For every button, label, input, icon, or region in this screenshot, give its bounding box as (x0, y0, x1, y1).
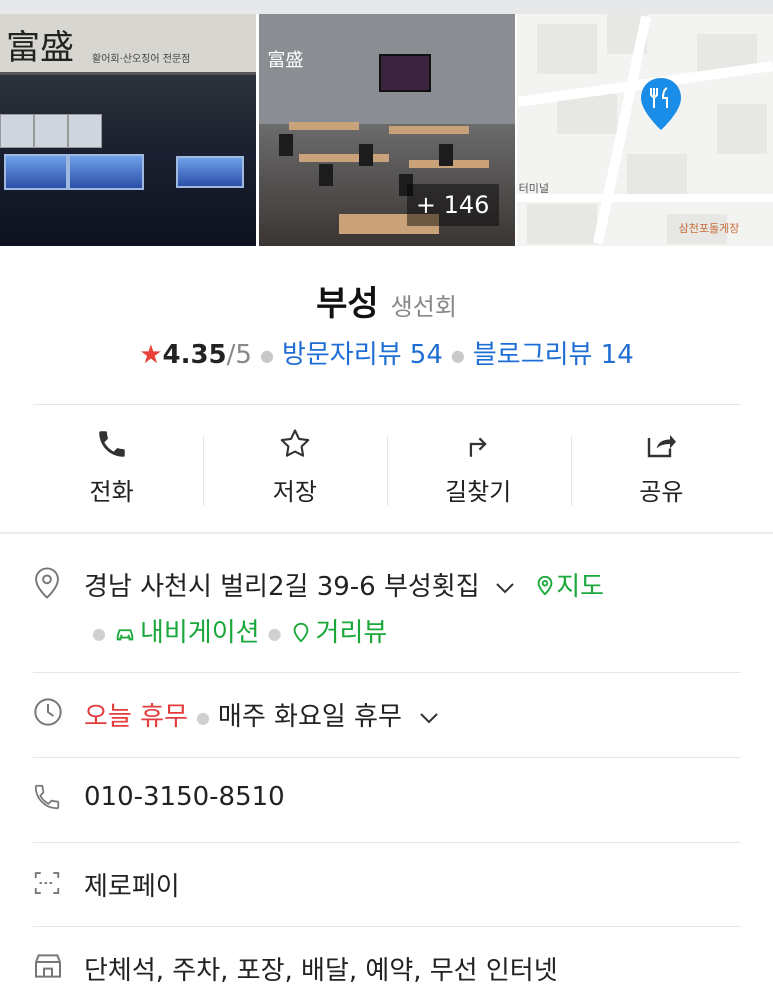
directions-button[interactable]: 길찾기 (387, 420, 570, 516)
street-view-link[interactable]: 거리뷰 (290, 618, 388, 648)
hours-status: 오늘 휴무 (84, 702, 188, 732)
place-name: 부성 (316, 284, 379, 324)
star-outline-icon (280, 429, 310, 457)
divider (33, 926, 741, 927)
interior-sign: 富盛 (267, 50, 304, 71)
street-view-label: 거리뷰 (315, 618, 388, 648)
store-sign: 富盛 활어회·산오징어 전문점 (0, 14, 257, 75)
phone-number[interactable]: 010-3150-8510 (84, 782, 285, 812)
fish-tank (68, 154, 144, 190)
share-button[interactable]: 공유 (570, 420, 753, 516)
tv-screen (379, 54, 432, 92)
save-label: 저장 (272, 478, 317, 506)
chevron-down-icon[interactable] (494, 580, 516, 596)
star-icon: ★ (139, 340, 163, 370)
photo-count: + 146 (415, 191, 490, 219)
call-button[interactable]: 전화 (20, 420, 203, 516)
section-divider (0, 532, 773, 534)
action-bar: 전화 저장 길찾기 공유 (20, 420, 753, 516)
store-sign-subtext: 활어회·산오징어 전문점 (92, 54, 191, 65)
map-pin-icon (537, 575, 553, 596)
amenities-text: 단체석, 주차, 포장, 배달, 예약, 무선 인터넷 (84, 956, 558, 986)
street-view-icon (293, 622, 308, 643)
payment-text: 제로페이 (84, 872, 180, 902)
rating-row: ★4.35/5 ● 방문자리뷰 54 ● 블로그리뷰 14 (139, 340, 634, 370)
map-label-terminal: 터미널 (518, 182, 550, 195)
scan-icon (34, 872, 60, 894)
divider (33, 757, 741, 758)
interior-photo[interactable]: 富盛 + 146 (259, 14, 515, 246)
fish-tank (176, 156, 244, 188)
place-title: 부성 생선회 (0, 276, 773, 325)
call-label: 전화 (89, 478, 134, 506)
car-icon (116, 629, 134, 641)
phone-outline-icon (34, 784, 60, 810)
share-label: 공유 (639, 478, 684, 506)
restaurant-pin-icon (640, 78, 681, 130)
directions-icon (469, 437, 487, 457)
directions-label: 길찾기 (445, 478, 512, 506)
map-label-restaurant: 삼천포돌게장 (678, 222, 740, 235)
divider (33, 842, 741, 843)
hours-detail: 매주 화요일 휴무 (217, 702, 402, 732)
share-icon (648, 435, 677, 458)
blog-reviews-link[interactable]: 블로그리뷰 14 (473, 340, 634, 370)
fish-tank (4, 154, 68, 190)
divider (33, 404, 741, 405)
rating-max: /5 (226, 340, 252, 370)
map-link-label: 지도 (556, 572, 605, 602)
place-category: 생선회 (390, 293, 457, 321)
photo-gallery: 富盛 활어회·산오징어 전문점 富盛 + 146 터미널 삼천포돌게장 (0, 14, 773, 246)
top-strip (0, 0, 773, 14)
location-pin-icon (35, 567, 59, 599)
save-button[interactable]: 저장 (203, 420, 386, 516)
store-icon (35, 954, 61, 978)
phone-icon (98, 431, 125, 457)
address-text[interactable]: 경남 사천시 벌리2길 39-6 부성횟집 (84, 572, 480, 602)
photo-count-badge[interactable]: + 146 (406, 184, 499, 226)
mini-map[interactable]: 터미널 삼천포돌게장 (516, 14, 773, 246)
storefront-photo[interactable]: 富盛 활어회·산오징어 전문점 (0, 14, 257, 246)
store-sign-text: 富盛 (6, 28, 74, 68)
chevron-down-icon[interactable] (418, 710, 440, 726)
rating-score: 4.35 (162, 340, 227, 370)
navigation-link[interactable]: 내비게이션 (114, 618, 260, 648)
visitor-reviews-link[interactable]: 방문자리뷰 54 (282, 340, 443, 370)
map-link[interactable]: 지도 (534, 572, 604, 602)
divider (33, 672, 741, 673)
clock-icon (34, 698, 62, 726)
navigation-label: 내비게이션 (139, 618, 260, 648)
